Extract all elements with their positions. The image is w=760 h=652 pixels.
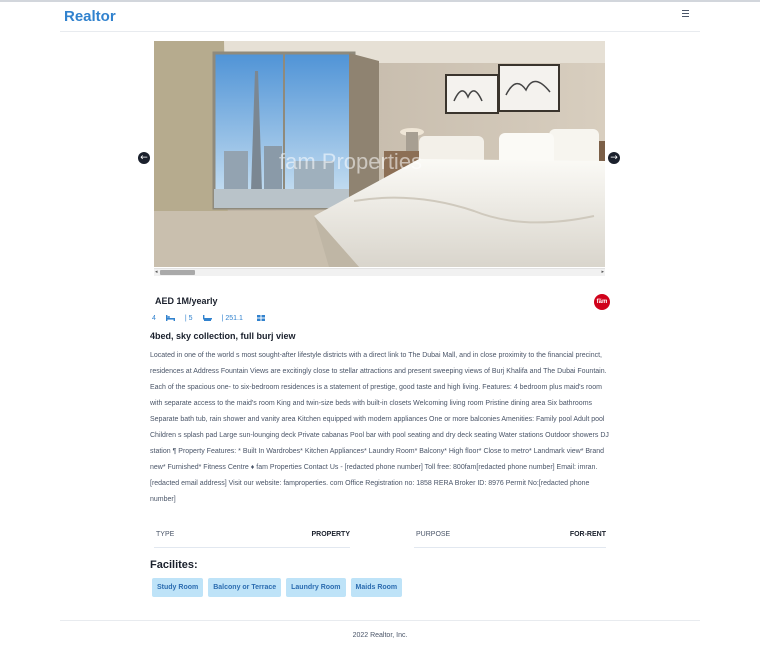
area-value: | 251.1 [221, 314, 243, 322]
arrow-right-icon[interactable]: → [608, 152, 620, 164]
bedroom-photo: fam Properties [154, 41, 605, 267]
type-row: TYPE PROPERTY [154, 530, 350, 548]
site-logo[interactable]: Realtor [64, 8, 116, 25]
watermark-text: fam Properties [279, 149, 422, 174]
footer-text: 2022 Realtor, Inc. [352, 632, 408, 639]
footer: 2022 Realtor, Inc. [60, 620, 700, 639]
navbar: Realtor [60, 2, 700, 32]
baths-count: | 5 [184, 314, 193, 322]
facilities-list: Study Room Balcony or Terrace Laundry Ro… [152, 578, 403, 597]
hamburger-icon[interactable] [682, 8, 690, 18]
facility-tag: Study Room [152, 578, 204, 597]
facility-tag: Balcony or Terrace [208, 578, 282, 597]
image-carousel: ← fam Properties → ◂ ▸ [138, 41, 622, 278]
facility-tag: Maids Room [350, 578, 403, 597]
type-value: PROPERTY [311, 531, 350, 538]
agency-logo: fäm [594, 294, 610, 310]
purpose-label: PURPOSE [416, 531, 451, 538]
scroll-left-icon[interactable]: ◂ [155, 269, 158, 276]
scroll-right-icon[interactable]: ▸ [601, 269, 604, 276]
beds-count: 4 [152, 314, 156, 322]
scroll-thumb[interactable] [160, 270, 195, 275]
facility-tag: Laundry Room [286, 578, 346, 597]
listing-specs: 4 | 5 | 251.1 [152, 313, 266, 323]
type-label: TYPE [156, 531, 175, 538]
bath-icon [202, 315, 212, 321]
listing-title: 4bed, sky collection, full burj view [150, 331, 296, 341]
arrow-left-icon[interactable]: ← [138, 152, 150, 164]
facilities-heading: Facilites: [150, 559, 198, 571]
purpose-value: FOR-RENT [569, 531, 606, 538]
purpose-row: PURPOSE FOR-RENT [414, 530, 606, 548]
listing-description: Located in one of the world s most sough… [150, 352, 609, 503]
bed-icon [165, 315, 175, 321]
listing-price: AED 1M/yearly [155, 296, 218, 306]
grid-icon [256, 315, 265, 321]
property-photo: fam Properties [154, 41, 605, 267]
carousel-scrollbar[interactable]: ◂ ▸ [154, 268, 605, 276]
